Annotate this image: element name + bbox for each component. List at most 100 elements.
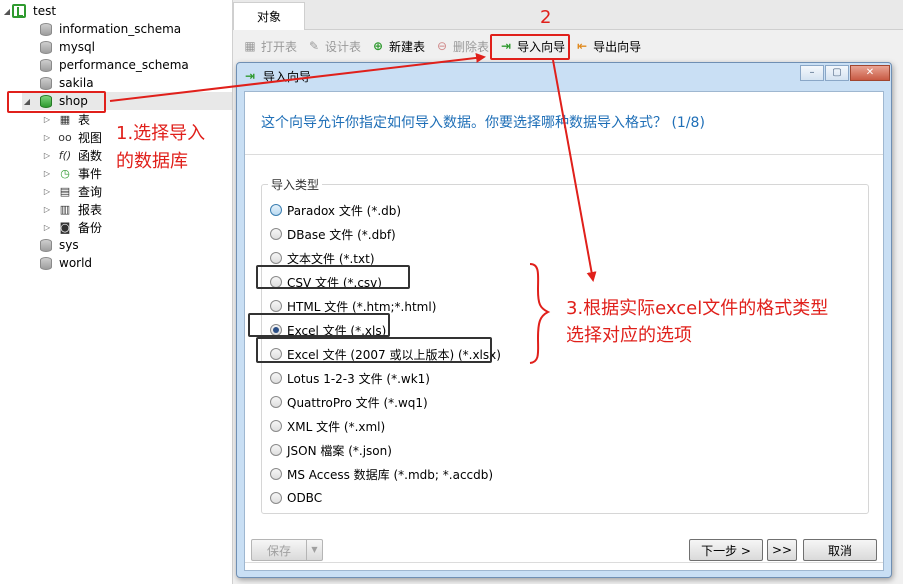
annotation-step1-line2: 的数据库 bbox=[116, 151, 188, 172]
database-icon bbox=[40, 22, 52, 36]
collapsed-arrow-icon[interactable]: ▷ bbox=[42, 223, 52, 232]
expand-arrow-icon[interactable]: ◢ bbox=[2, 7, 12, 16]
radio-option-quattropro[interactable]: QuattroPro 文件 (*.wq1) bbox=[270, 393, 428, 411]
close-icon[interactable]: ✕ bbox=[850, 65, 890, 81]
radio-button[interactable] bbox=[270, 300, 282, 312]
tree-node-object[interactable]: ▷ oo 视图 bbox=[42, 128, 102, 146]
collapsed-arrow-icon[interactable]: ▷ bbox=[42, 151, 52, 160]
new-table-button[interactable]: ⊕ 新建表 bbox=[367, 34, 429, 58]
collapsed-arrow-icon[interactable]: ▷ bbox=[42, 205, 52, 214]
radio-button[interactable] bbox=[270, 492, 282, 504]
report-icon: ▥ bbox=[59, 202, 71, 216]
radio-option-json[interactable]: JSON 檔案 (*.json) bbox=[270, 441, 392, 459]
highlight-box-import-wizard bbox=[490, 34, 570, 60]
radio-button[interactable] bbox=[270, 396, 282, 408]
design-table-icon: ✎ bbox=[308, 39, 320, 53]
tree-node-object[interactable]: ▷ ▥ 报表 bbox=[42, 200, 102, 218]
tree-node-object[interactable]: ▷ f() 函数 bbox=[42, 146, 102, 164]
database-label: sys bbox=[59, 238, 79, 252]
radio-option-dbase[interactable]: DBase 文件 (*.dbf) bbox=[270, 225, 396, 243]
view-icon: oo bbox=[58, 130, 72, 144]
tree-node-database[interactable]: sakila bbox=[40, 74, 94, 92]
database-icon bbox=[40, 76, 52, 90]
radio-button[interactable] bbox=[270, 468, 282, 480]
highlight-box-shop bbox=[7, 91, 106, 113]
open-table-icon: ▦ bbox=[244, 39, 256, 53]
tree-node-database[interactable]: mysql bbox=[40, 38, 95, 56]
open-table-button[interactable]: ▦ 打开表 bbox=[239, 34, 301, 58]
design-table-button[interactable]: ✎ 设计表 bbox=[303, 34, 365, 58]
collapsed-arrow-icon[interactable]: ▷ bbox=[42, 187, 52, 196]
radio-option-odbc[interactable]: ODBC bbox=[270, 489, 322, 507]
backup-icon: ◙ bbox=[59, 220, 71, 234]
button-label: 导出向导 bbox=[593, 39, 642, 54]
radio-button[interactable] bbox=[270, 204, 282, 216]
option-label: Lotus 1-2-3 文件 (*.wk1) bbox=[287, 371, 430, 386]
option-label: DBase 文件 (*.dbf) bbox=[287, 227, 396, 242]
annotation-step1-line1: 1.选择导入 bbox=[116, 123, 206, 144]
delete-table-button[interactable]: ⊖ 删除表 bbox=[431, 34, 493, 58]
table-icon: ▦ bbox=[59, 112, 71, 126]
cancel-button[interactable]: 取消 bbox=[803, 539, 877, 561]
save-button[interactable]: 保存 ▼ bbox=[251, 539, 323, 561]
highlight-box-excel-xls bbox=[248, 313, 390, 337]
divider bbox=[245, 562, 883, 563]
radio-button[interactable] bbox=[270, 444, 282, 456]
export-wizard-button[interactable]: ⇤ 导出向导 bbox=[571, 34, 645, 58]
collapsed-arrow-icon[interactable]: ▷ bbox=[42, 169, 52, 178]
collapsed-arrow-icon[interactable]: ▷ bbox=[42, 115, 52, 124]
highlight-box-excel-xlsx bbox=[256, 337, 492, 363]
button-label: 保存 bbox=[266, 543, 291, 558]
export-icon: ⇤ bbox=[577, 39, 588, 53]
function-icon: f() bbox=[58, 148, 72, 162]
connection-label: test bbox=[33, 4, 57, 18]
tab-bar: 对象 bbox=[233, 0, 903, 30]
minimize-icon[interactable]: – bbox=[800, 65, 824, 81]
tree-node-object[interactable]: ▷ ◷ 事件 bbox=[42, 164, 102, 182]
radio-button[interactable] bbox=[270, 228, 282, 240]
object-label: 备份 bbox=[78, 220, 103, 235]
navigation-tree: ◢ test information_schema mysql performa… bbox=[0, 0, 232, 584]
option-label: JSON 檔案 (*.json) bbox=[287, 443, 392, 458]
tree-node-object[interactable]: ▷ ▤ 查询 bbox=[42, 182, 102, 200]
option-label: 文本文件 (*.txt) bbox=[287, 251, 375, 266]
database-icon bbox=[40, 58, 52, 72]
database-label: information_schema bbox=[59, 22, 182, 36]
radio-button[interactable] bbox=[270, 372, 282, 384]
tree-node-connection[interactable]: ◢ test bbox=[2, 2, 56, 20]
object-label: 视图 bbox=[78, 130, 103, 145]
tree-node-database[interactable]: world bbox=[40, 254, 92, 272]
radio-option-xml[interactable]: XML 文件 (*.xml) bbox=[270, 417, 385, 435]
radio-option-ms-access[interactable]: MS Access 数据库 (*.mdb; *.accdb) bbox=[270, 465, 493, 483]
dropdown-arrow-icon[interactable]: ▼ bbox=[306, 540, 322, 560]
new-table-icon: ⊕ bbox=[373, 39, 384, 53]
annotation-step3-line1: 3.根据实际excel文件的格式类型 bbox=[566, 298, 829, 319]
option-label: ODBC bbox=[287, 491, 323, 505]
tree-node-object[interactable]: ▷ ◙ 备份 bbox=[42, 218, 102, 236]
option-label: XML 文件 (*.xml) bbox=[287, 419, 386, 434]
tree-node-database[interactable]: performance_schema bbox=[40, 56, 189, 74]
connection-icon bbox=[12, 4, 26, 18]
dialog-heading: 这个向导允许你指定如何导入数据。你要选择哪种数据导入格式？ (1/8) bbox=[261, 115, 705, 131]
button-label: >> bbox=[771, 543, 793, 557]
option-label: MS Access 数据库 (*.mdb; *.accdb) bbox=[287, 467, 494, 482]
event-icon: ◷ bbox=[60, 166, 70, 180]
radio-button[interactable] bbox=[270, 420, 282, 432]
button-label: 新建表 bbox=[389, 39, 426, 54]
option-label: Paradox 文件 (*.db) bbox=[287, 203, 402, 218]
group-label: 导入类型 bbox=[268, 176, 323, 193]
tree-node-database[interactable]: information_schema bbox=[40, 20, 181, 38]
skip-to-end-button[interactable]: >> bbox=[767, 539, 797, 561]
maximize-icon[interactable]: ▢ bbox=[825, 65, 849, 81]
radio-option-lotus[interactable]: Lotus 1-2-3 文件 (*.wk1) bbox=[270, 369, 430, 387]
tree-node-database[interactable]: sys bbox=[40, 236, 79, 254]
next-button[interactable]: 下一步 > bbox=[689, 539, 763, 561]
button-label: 取消 bbox=[827, 543, 852, 558]
object-label: 表 bbox=[78, 112, 91, 127]
object-label: 事件 bbox=[78, 166, 103, 181]
tab-objects[interactable]: 对象 bbox=[233, 2, 305, 30]
collapsed-arrow-icon[interactable]: ▷ bbox=[42, 133, 52, 142]
radio-button[interactable] bbox=[270, 252, 282, 264]
annotation-step3-line2: 选择对应的选项 bbox=[566, 325, 692, 346]
radio-option-paradox[interactable]: Paradox 文件 (*.db) bbox=[270, 201, 401, 219]
